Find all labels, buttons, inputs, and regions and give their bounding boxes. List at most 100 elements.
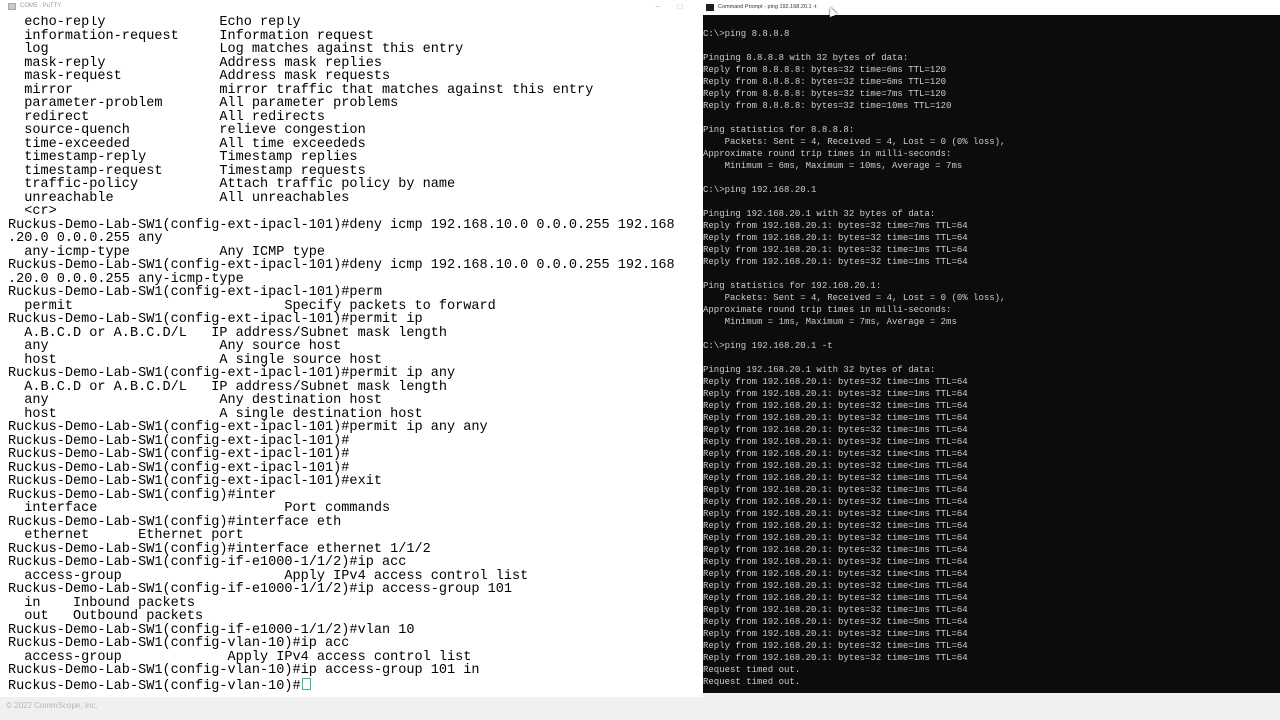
putty-prompt-line[interactable]: Ruckus-Demo-Lab-SW1(config-vlan-10)# <box>8 677 703 694</box>
putty-line: any-icmp-type Any ICMP type <box>8 244 326 260</box>
cmd-titlebar[interactable]: Command Prompt - ping 192.168.20.1 -t <box>703 0 1280 15</box>
putty-terminal-output[interactable]: echo-reply Echo reply information-reques… <box>8 16 703 697</box>
putty-line: information-request Information request <box>8 28 374 44</box>
cmd-line: Reply from 192.168.20.1: bytes=32 time=1… <box>703 653 968 663</box>
putty-app-icon <box>8 3 16 10</box>
putty-line: any Any source host <box>8 339 342 354</box>
cmd-line: Reply from 192.168.20.1: bytes=32 time=1… <box>703 401 968 411</box>
putty-line: any Any destination host <box>8 393 382 408</box>
putty-line: A.B.C.D or A.B.C.D/L IP address/Subnet m… <box>8 379 447 395</box>
putty-line: A.B.C.D or A.B.C.D/L IP address/Subnet m… <box>8 325 447 341</box>
putty-line: parameter-problem All parameter problems <box>8 96 399 111</box>
cmd-line: Request timed out. <box>703 665 801 675</box>
cmd-line: Reply from 192.168.20.1: bytes=32 time=1… <box>703 497 968 507</box>
cmd-line: Approximate round trip times in milli-se… <box>703 149 952 159</box>
cmd-line: Reply from 192.168.20.1: bytes=32 time=1… <box>703 593 968 603</box>
putty-prompt: Ruckus-Demo-Lab-SW1(config-vlan-10)# <box>8 678 301 694</box>
putty-window[interactable]: COM5 - PuTTY – □ echo-reply Echo reply i… <box>0 0 703 697</box>
cmd-window-title: Command Prompt - ping 192.168.20.1 -t <box>718 4 817 10</box>
putty-line: Ruckus-Demo-Lab-SW1(config-ext-ipacl-101… <box>8 460 350 476</box>
cmd-line: Reply from 192.168.20.1: bytes=32 time=1… <box>703 389 968 399</box>
text-cursor-icon <box>301 677 311 690</box>
putty-line: unreachable All unreachables <box>8 190 350 206</box>
putty-line: Ruckus-Demo-Lab-SW1(config)#interface et… <box>8 514 342 530</box>
putty-line: redirect All redirects <box>8 109 326 125</box>
cmd-line: Packets: Sent = 4, Received = 4, Lost = … <box>703 137 1006 147</box>
cmd-line: Packets: Sent = 4, Received = 4, Lost = … <box>703 293 1006 303</box>
cmd-line <box>703 352 1280 364</box>
putty-titlebar[interactable]: COM5 - PuTTY – □ <box>0 0 703 14</box>
putty-line: mirror mirror traffic that matches again… <box>8 82 594 98</box>
putty-line: Ruckus-Demo-Lab-SW1(config-ext-ipacl-101… <box>8 366 456 381</box>
putty-line: traffic-policy Attach traffic policy by … <box>8 177 456 192</box>
cmd-line: Reply from 8.8.8.8: bytes=32 time=6ms TT… <box>703 77 947 87</box>
maximize-button[interactable]: □ <box>675 2 685 12</box>
putty-line: timestamp-reply Timestamp replies <box>8 150 358 165</box>
putty-line: Ruckus-Demo-Lab-SW1(config)#inter <box>8 487 277 503</box>
cmd-line: Reply from 192.168.20.1: bytes=32 time<1… <box>703 509 968 519</box>
cmd-line: Reply from 192.168.20.1: bytes=32 time=1… <box>703 545 968 555</box>
cmd-line: Reply from 192.168.20.1: bytes=32 time<1… <box>703 461 968 471</box>
putty-line: Ruckus-Demo-Lab-SW1(config-vlan-10)#ip a… <box>8 636 350 651</box>
putty-line: permit Specify packets to forward <box>8 298 496 314</box>
putty-line: log Log matches against this entry <box>8 42 464 57</box>
putty-line: Ruckus-Demo-Lab-SW1(config-if-e1000-1/1/… <box>8 582 513 597</box>
cmd-line: Pinging 8.8.8.8 with 32 bytes of data: <box>703 53 909 63</box>
putty-line: time-exceeded All time exceededs <box>8 136 366 152</box>
cmd-line: Reply from 192.168.20.1: bytes=32 time<1… <box>703 569 968 579</box>
putty-line: <cr> <box>8 204 57 219</box>
cmd-line <box>703 40 1280 52</box>
putty-line: in Inbound packets <box>8 595 195 611</box>
cmd-line: Reply from 192.168.20.1: bytes=32 time=7… <box>703 221 968 231</box>
cmd-line: Reply from 192.168.20.1: bytes=32 time=1… <box>703 629 968 639</box>
cmd-line: Reply from 192.168.20.1: bytes=32 time=1… <box>703 557 968 567</box>
minimize-button[interactable]: – <box>653 2 663 12</box>
putty-line: out Outbound packets <box>8 609 204 624</box>
cmd-line: Reply from 192.168.20.1: bytes=32 time=1… <box>703 485 968 495</box>
cmd-line: C:\>ping 192.168.20.1 <box>703 185 817 195</box>
cmd-line <box>703 172 1280 184</box>
putty-line: access-group Apply IPv4 access control l… <box>8 649 472 665</box>
cmd-line: Reply from 192.168.20.1: bytes=32 time=1… <box>703 533 968 543</box>
command-prompt-window[interactable]: Command Prompt - ping 192.168.20.1 -t C:… <box>703 0 1280 693</box>
putty-line: Ruckus-Demo-Lab-SW1(config-if-e1000-1/1/… <box>8 622 415 638</box>
putty-line: mask-request Address mask requests <box>8 69 391 84</box>
cmd-line: Reply from 192.168.20.1: bytes=32 time=1… <box>703 233 968 243</box>
cmd-line: Reply from 192.168.20.1: bytes=32 time<1… <box>703 581 968 591</box>
putty-line: host A single source host <box>8 352 382 368</box>
putty-line: Ruckus-Demo-Lab-SW1(config-ext-ipacl-101… <box>8 474 382 489</box>
cmd-line: C:\>ping 8.8.8.8 <box>703 29 790 39</box>
putty-line: Ruckus-Demo-Lab-SW1(config-ext-ipacl-101… <box>8 433 350 449</box>
cmd-line: Reply from 192.168.20.1: bytes=32 time=1… <box>703 257 968 267</box>
cmd-line <box>703 112 1280 124</box>
putty-line: access-group Apply IPv4 access control l… <box>8 568 529 584</box>
putty-line: .20.0 0.0.0.255 any <box>8 231 163 246</box>
cmd-line: Reply from 8.8.8.8: bytes=32 time=10ms T… <box>703 101 952 111</box>
cmd-line: Reply from 192.168.20.1: bytes=32 time=1… <box>703 521 968 531</box>
putty-line: mask-reply Address mask replies <box>8 55 382 71</box>
putty-window-title: COM5 - PuTTY <box>20 3 62 9</box>
putty-line: ethernet Ethernet port <box>8 528 244 543</box>
cmd-line: C:\>ping 192.168.20.1 -t <box>703 341 833 351</box>
putty-line: Ruckus-Demo-Lab-SW1(config-ext-ipacl-101… <box>8 258 675 273</box>
cmd-line: Reply from 8.8.8.8: bytes=32 time=7ms TT… <box>703 89 947 99</box>
cmd-line: Minimum = 1ms, Maximum = 7ms, Average = … <box>703 317 957 327</box>
cmd-line: Minimum = 6ms, Maximum = 10ms, Average =… <box>703 161 963 171</box>
cmd-line: Pinging 192.168.20.1 with 32 bytes of da… <box>703 209 936 219</box>
cmd-line: Reply from 192.168.20.1: bytes=32 time=1… <box>703 605 968 615</box>
cmd-line: Ping statistics for 192.168.20.1: <box>703 281 882 291</box>
cmd-terminal-output[interactable]: C:\>ping 8.8.8.8 Pinging 8.8.8.8 with 32 … <box>703 28 1280 693</box>
cmd-line <box>703 196 1280 208</box>
cmd-line <box>703 268 1280 280</box>
cmd-line: Reply from 192.168.20.1: bytes=32 time=1… <box>703 425 968 435</box>
cmd-line: Reply from 192.168.20.1: bytes=32 time=1… <box>703 473 968 483</box>
cmd-line: Reply from 192.168.20.1: bytes=32 time=1… <box>703 437 968 447</box>
cmd-app-icon <box>706 4 714 11</box>
putty-line: Ruckus-Demo-Lab-SW1(config-ext-ipacl-101… <box>8 312 423 327</box>
cmd-line <box>703 328 1280 340</box>
cmd-line: Ping statistics for 8.8.8.8: <box>703 125 855 135</box>
cmd-line: Reply from 192.168.20.1: bytes=32 time=1… <box>703 641 968 651</box>
copyright-text: © 2022 CommScope, Inc. <box>6 701 98 710</box>
cmd-line: Reply from 192.168.20.1: bytes=32 time<1… <box>703 449 968 459</box>
cmd-line: Reply from 192.168.20.1: bytes=32 time=1… <box>703 413 968 423</box>
